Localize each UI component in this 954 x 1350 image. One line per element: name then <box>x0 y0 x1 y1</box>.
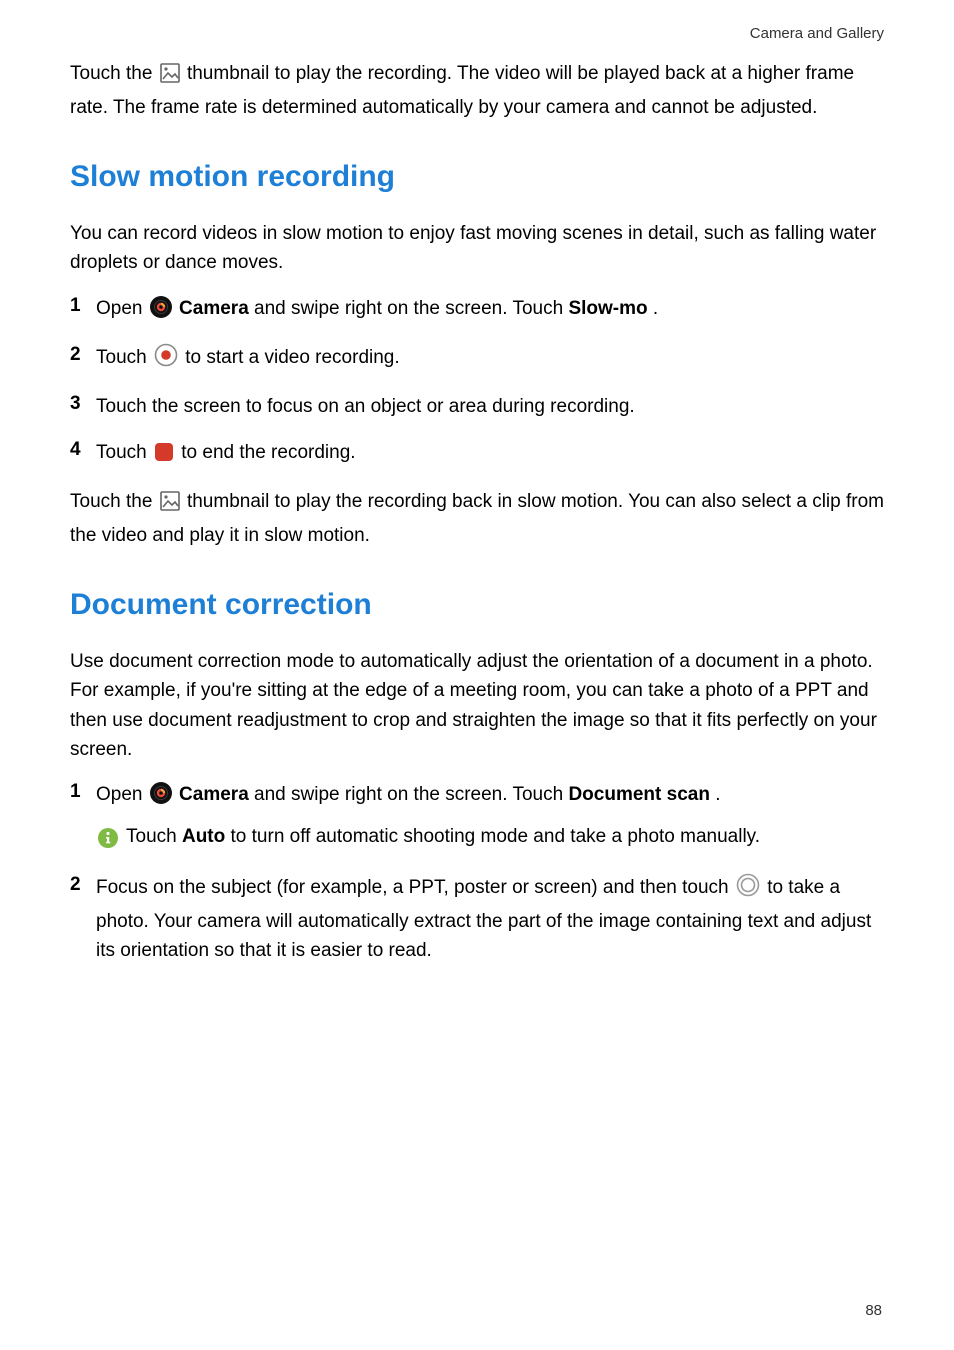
list-item: 4 Touch to end the recording. <box>70 438 884 477</box>
text: Touch <box>96 442 152 463</box>
step-number: 2 <box>70 873 96 971</box>
stop-icon <box>154 442 174 471</box>
info-note: Touch Auto to turn off automatic shootin… <box>96 822 884 857</box>
text: thumbnail to play the recording back in … <box>70 491 884 545</box>
text: to end the recording. <box>181 442 355 463</box>
label: Document scan <box>568 784 709 805</box>
step-number: 2 <box>70 343 96 382</box>
steps-list: 1 Open Camera and swipe right on the scr… <box>70 294 884 478</box>
text: Touch the <box>70 491 158 512</box>
section-intro: You can record videos in slow motion to … <box>70 219 884 278</box>
text: Touch <box>126 826 182 847</box>
list-item: 1 Open Camera and swipe right on the scr… <box>70 294 884 333</box>
list-item: 2 Focus on the subject (for example, a P… <box>70 873 884 971</box>
label: Camera <box>179 298 249 319</box>
step-number: 4 <box>70 438 96 477</box>
label: Slow-mo <box>568 298 647 319</box>
text: Touch the <box>70 63 158 84</box>
camera-app-icon <box>150 296 172 327</box>
list-item: 1 Open Camera and swipe right on the scr… <box>70 780 884 857</box>
text: to start a video recording. <box>185 347 399 368</box>
gallery-icon <box>160 63 180 92</box>
text: . <box>653 298 658 319</box>
page-number: 88 <box>865 1299 882 1322</box>
section-heading-slow-motion: Slow motion recording <box>70 154 884 201</box>
text: and swipe right on the screen. Touch <box>254 298 568 319</box>
step-number: 3 <box>70 392 96 427</box>
text: . <box>715 784 720 805</box>
label: Camera <box>179 784 249 805</box>
page-header: Camera and Gallery <box>70 22 884 45</box>
text: thumbnail to play the recording. The vid… <box>70 63 854 117</box>
text: Focus on the subject (for example, a PPT… <box>96 877 734 898</box>
text: Open <box>96 784 148 805</box>
info-icon <box>98 828 118 857</box>
camera-app-icon <box>150 782 172 813</box>
text: to turn off automatic shooting mode and … <box>231 826 761 847</box>
text: Touch <box>96 347 152 368</box>
record-icon <box>154 343 178 376</box>
step-number: 1 <box>70 294 96 333</box>
gallery-icon <box>160 491 180 520</box>
steps-list: 1 Open Camera and swipe right on the scr… <box>70 780 884 971</box>
section-intro: Use document correction mode to automati… <box>70 647 884 765</box>
text: and swipe right on the screen. Touch <box>254 784 568 805</box>
intro-paragraph: Touch the thumbnail to play the recordin… <box>70 59 884 122</box>
text: Open <box>96 298 148 319</box>
list-item: 3 Touch the screen to focus on an object… <box>70 392 884 427</box>
list-item: 2 Touch to start a video recording. <box>70 343 884 382</box>
shutter-icon <box>736 873 760 906</box>
section-outro: Touch the thumbnail to play the recordin… <box>70 487 884 550</box>
section-heading-document-correction: Document correction <box>70 582 884 629</box>
text: Touch the screen to focus on an object o… <box>96 392 884 421</box>
label: Auto <box>182 826 225 847</box>
step-number: 1 <box>70 780 96 857</box>
